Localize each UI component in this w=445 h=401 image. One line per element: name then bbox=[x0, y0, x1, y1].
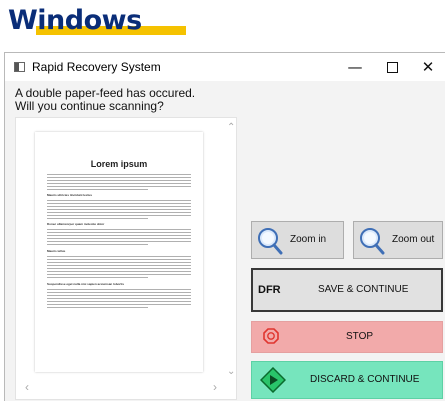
page-heading: Suspendisse eget nulla nisi sapien accum… bbox=[47, 282, 125, 286]
scanned-page: Lorem ipsum Mauris ultricies tincidunt l… bbox=[35, 132, 203, 372]
diamond-arrow-icon bbox=[260, 367, 286, 393]
message-line-2: Will you continue scanning? bbox=[15, 99, 164, 113]
scroll-right-icon[interactable]: › bbox=[213, 380, 217, 394]
logo-text: Windows bbox=[8, 5, 142, 36]
app-window: Rapid Recovery System — ✕ A double paper… bbox=[4, 52, 445, 401]
scroll-down-icon[interactable]: ⌄ bbox=[227, 366, 235, 377]
paragraph bbox=[47, 174, 191, 192]
scroll-up-icon[interactable]: ⌃ bbox=[227, 122, 235, 133]
scroll-left-icon[interactable]: ‹ bbox=[25, 380, 29, 394]
save-and-continue-button[interactable]: DFR SAVE & CONTINUE bbox=[251, 268, 443, 312]
save-continue-label: SAVE & CONTINUE bbox=[318, 284, 409, 295]
stop-button[interactable]: STOP bbox=[251, 321, 443, 353]
maximize-button[interactable] bbox=[374, 53, 410, 81]
paragraph bbox=[47, 229, 191, 247]
magnifier-icon bbox=[258, 228, 283, 255]
stop-label: STOP bbox=[346, 331, 374, 342]
zoom-out-button[interactable]: Zoom out bbox=[353, 221, 443, 259]
discard-continue-label: DISCARD & CONTINUE bbox=[310, 374, 420, 385]
paragraph bbox=[47, 256, 191, 280]
minimize-button[interactable]: — bbox=[337, 53, 373, 81]
discard-and-continue-button[interactable]: DISCARD & CONTINUE bbox=[251, 361, 443, 399]
page-title: Lorem ipsum bbox=[90, 159, 148, 169]
maximize-icon bbox=[386, 61, 398, 73]
window-title: Rapid Recovery System bbox=[32, 60, 161, 74]
zoom-in-label: Zoom in bbox=[290, 234, 327, 245]
message: A double paper-feed has occured. Will yo… bbox=[15, 87, 195, 113]
app-window-icon bbox=[14, 62, 25, 72]
close-button[interactable]: ✕ bbox=[410, 53, 445, 81]
paragraph bbox=[47, 200, 191, 221]
document-preview[interactable]: Lorem ipsum Mauris ultricies tincidunt l… bbox=[15, 117, 237, 400]
zoom-in-button[interactable]: Zoom in bbox=[251, 221, 344, 259]
page-heading: Donec ullamcorper quam molestie dolor bbox=[47, 222, 105, 226]
paragraph bbox=[47, 289, 191, 310]
dfr-label: DFR bbox=[258, 284, 281, 296]
page-heading: Mauris tellus bbox=[47, 249, 66, 253]
stop-sign-icon bbox=[263, 328, 279, 344]
magnifier-icon bbox=[360, 228, 385, 255]
page-heading: Mauris ultricies tincidunt lectus bbox=[47, 193, 93, 197]
title-bar: Rapid Recovery System — ✕ bbox=[5, 53, 445, 81]
zoom-out-label: Zoom out bbox=[392, 234, 435, 245]
